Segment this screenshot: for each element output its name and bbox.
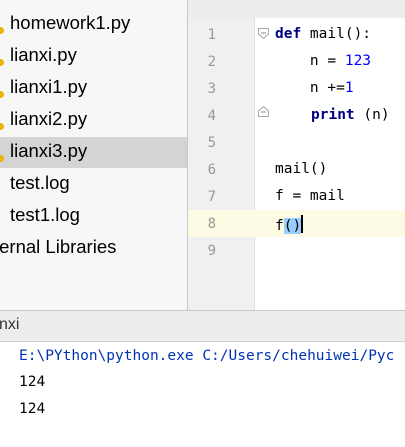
code-line-1: def mail(): [275,26,371,42]
matched-parens: () [283,218,302,234]
code-text: (n) [354,107,390,123]
number-literal: 1 [344,80,354,96]
tree-item-external-libraries[interactable]: ternal Libraries [0,233,187,264]
line-number: 8 [207,216,216,232]
code-text: mail(): [301,26,372,42]
line-number: 2 [207,54,216,70]
tree-item-label: test1.log [10,204,80,225]
project-tree: homework1.py lianxi.py lianxi1.py lianxi… [0,0,187,310]
tree-item-test1-log[interactable]: test1.log [0,201,187,232]
fold-end-icon[interactable] [258,106,269,117]
console-output-line: 124 [19,401,46,417]
line-number: 3 [207,81,216,97]
run-console[interactable]: E:\PYthon\python.exe C:/Users/chehuiwei/… [0,342,405,447]
code-line-8: f() [275,215,304,234]
python-file-icon [0,27,4,34]
code-line-6: mail() [275,161,328,177]
line-number: 7 [207,189,216,205]
code-text: f [275,218,284,234]
keyword-print: print [311,107,355,123]
python-file-icon [0,123,4,130]
python-file-icon [0,155,4,162]
number-literal: 123 [344,53,372,69]
tree-item-lianxi[interactable]: lianxi.py [0,41,187,72]
editor-tab-bar [188,0,405,19]
tree-item-label: homework1.py [10,12,131,33]
code-line-7: f = mail [275,188,345,204]
tree-item-label: lianxi1.py [10,76,88,97]
code-line-4: print (n) [311,107,390,123]
fold-collapse-icon[interactable] [258,28,269,39]
line-number: 4 [207,108,216,124]
code-text: n += [275,80,345,96]
code-line-3: n +=1 [275,80,354,96]
line-number: 1 [207,27,216,43]
tree-item-label: lianxi.py [10,44,77,65]
python-file-icon [0,91,4,98]
tree-item-label: lianxi2.py [10,108,88,129]
tree-item-lianxi2[interactable]: lianxi2.py [0,105,187,136]
tree-item-test-log[interactable]: test.log [0,169,187,200]
run-panel-title: nxi [0,316,20,333]
tree-item-lianxi1[interactable]: lianxi1.py [0,73,187,104]
tree-item-homework1[interactable]: homework1.py [0,9,187,40]
line-number: 6 [207,162,216,178]
console-output-line: 124 [19,374,46,390]
tree-item-lianxi3[interactable]: lianxi3.py [0,137,187,168]
console-command-line: E:\PYthon\python.exe C:/Users/chehuiwei/… [19,348,395,364]
keyword-def: def [275,26,302,42]
line-number: 5 [207,135,216,151]
code-text: n = [275,53,345,69]
tree-item-label: test.log [10,172,70,193]
text-caret [301,215,304,233]
line-number: 9 [207,243,216,259]
tree-item-label: lianxi3.py [10,140,88,161]
tree-item-label: ternal Libraries [0,236,117,257]
run-panel-header: nxi [0,311,405,342]
python-file-icon [0,59,4,66]
code-line-2: n = 123 [275,53,371,69]
